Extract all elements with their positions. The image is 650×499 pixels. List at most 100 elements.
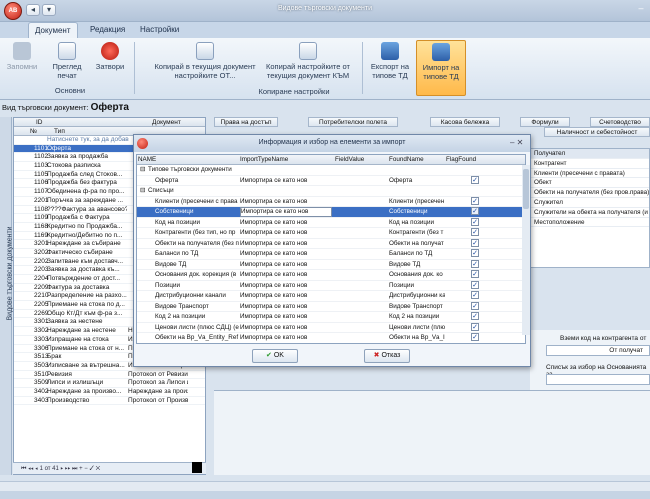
flag-found-checkbox[interactable]: ✓ (471, 280, 479, 289)
flag-found-checkbox[interactable]: ✓ (471, 228, 479, 236)
nav-first-icon[interactable]: ⏮ ◂◂ ◂ (21, 466, 38, 472)
flag-found-checkbox[interactable]: ✓ (471, 291, 479, 299)
tab-access-rights[interactable]: Права на достъп (214, 117, 278, 127)
doc-type-row[interactable]: 3402 Нареждане за произво... Нареждане за … (14, 388, 205, 397)
item-import-type[interactable]: Импортира се като нов (240, 312, 332, 323)
app-menu-button[interactable]: AB (4, 2, 22, 20)
quick-access-dropdown-icon[interactable]: ▾ (42, 4, 56, 16)
tab-cash-receipt[interactable]: Касова бележка (430, 117, 500, 127)
copy-settings-from-button[interactable]: Копирай в текущия документ настройките О… (150, 40, 260, 90)
item-import-type[interactable]: Импортира се като нов (240, 291, 332, 302)
receiver-option[interactable]: Клиенти (пресечени с правата) (531, 169, 649, 179)
receiver-option[interactable]: Местоположение (531, 218, 649, 228)
tab-edit[interactable]: Редакция (84, 22, 131, 38)
import-group-row[interactable]: ⊟ Типове търговски документи (137, 165, 525, 176)
item-import-type[interactable]: Импортира се като нов (240, 239, 332, 250)
collapse-icon[interactable]: ⊟ (140, 165, 145, 176)
dialog-scroll-thumb[interactable] (523, 169, 529, 209)
item-import-type[interactable]: Импортира се като нов (240, 176, 332, 187)
item-import-type[interactable]: Импортира се като нов (240, 228, 332, 239)
nav-next-icon[interactable]: ▸ ▸▸ ⏭ + − ✓ ✕ (61, 466, 101, 472)
copy-settings-to-button[interactable]: Копирай настройките от текущия документ … (256, 40, 360, 90)
flag-found-checkbox[interactable]: ✓ (471, 175, 479, 184)
item-import-type[interactable]: Импортира се като нов (240, 323, 332, 334)
horizontal-scrollbar[interactable] (0, 481, 650, 491)
receiver-option[interactable]: Обекти на получателя (без пров.права) (531, 188, 649, 198)
flag-found-checkbox[interactable]: ✓ (471, 238, 479, 247)
flag-found-checkbox[interactable]: ✓ (471, 249, 479, 257)
tab-accounting[interactable]: Счетоводство (590, 117, 650, 127)
print-preview-button[interactable]: Преглед печат (46, 40, 88, 90)
import-item-row[interactable]: Собственици Импортира се като нов ▾ Собстве… (137, 207, 525, 218)
flag-found-checkbox[interactable]: ✓ (471, 333, 479, 341)
import-item-row[interactable]: Баланси по ТД Импортира се като нов Баланс… (137, 249, 525, 260)
doc-type-row[interactable]: 3510 Ревизия Протокол от Ревизия (14, 371, 205, 380)
doc-type-row[interactable]: 3509 Липси и излишъци Протокол за Липси и (14, 379, 205, 388)
column-id[interactable]: ID (36, 119, 43, 126)
doc-type-row[interactable]: 3403 Производство Протокол от Произво (14, 397, 205, 406)
flag-found-checkbox[interactable]: ✓ (471, 322, 479, 331)
receiver-option[interactable]: Служител (531, 198, 649, 208)
column-found-name[interactable]: FoundName (389, 156, 424, 163)
flag-found-checkbox[interactable]: ✓ (471, 312, 479, 320)
import-item-row[interactable]: Видове Транспорт Импортира се като нов Вид… (137, 301, 525, 313)
receiver-option[interactable]: Обект (531, 178, 649, 189)
receiver-option[interactable]: Контрагент (531, 159, 649, 169)
flag-found-checkbox[interactable]: ✓ (471, 259, 479, 268)
import-types-button[interactable]: Импорт на типове ТД (416, 40, 466, 96)
item-import-type[interactable]: Импортира се като нов (240, 197, 332, 208)
contractor-code-select[interactable]: От получат (546, 345, 650, 356)
cancel-button[interactable]: ✖ Отказ (364, 349, 410, 363)
flag-found-checkbox[interactable]: ✓ (471, 301, 479, 310)
import-item-row[interactable]: Основания док. корекция (в Импортира се к… (137, 270, 525, 281)
receiver-option[interactable]: Служители на обекта на получателя (и (531, 208, 649, 218)
flag-found-checkbox[interactable]: ✓ (471, 207, 479, 215)
column-document[interactable]: Документ (152, 119, 181, 126)
dialog-minimize-close-icon[interactable]: – ✕ (510, 138, 523, 147)
reasons-list-select[interactable] (546, 374, 650, 385)
export-types-button[interactable]: Експорт на типове ТД (366, 40, 414, 90)
tab-availability-cost[interactable]: Наличност и себестойност (544, 127, 650, 137)
quick-access-save-icon[interactable]: ◂ (26, 4, 40, 16)
item-import-type[interactable]: Импортира се като нов (240, 207, 332, 217)
side-strip[interactable]: Видове търговски документи (0, 117, 14, 475)
close-button[interactable]: Затвори (92, 40, 128, 90)
item-import-type[interactable]: Импортира се като нов (240, 281, 332, 292)
item-import-type[interactable]: Импортира се като нов (240, 260, 332, 271)
import-item-row[interactable]: Видове ТД Импортира се като нов Видове ТД ✓ (137, 259, 525, 271)
import-item-row[interactable]: Дистрибуционни канали Импортира се като н… (137, 291, 525, 302)
import-item-row[interactable]: Обекти на получателя (без п Импортира се … (137, 238, 525, 250)
flag-found-checkbox[interactable]: ✓ (471, 196, 479, 205)
save-button[interactable]: Запомни (4, 40, 40, 90)
import-item-row[interactable]: Позиции Импортира се като нов Позиции ✓ (137, 280, 525, 292)
tab-user-fields[interactable]: Потребителски полета (308, 117, 398, 127)
import-item-row[interactable]: Код на позиции Импортира се като нов Код н… (137, 217, 525, 229)
import-item-row[interactable]: Контрагенти (без тип, но пр Импортира се … (137, 228, 525, 239)
collapse-icon[interactable]: ⊟ (140, 186, 145, 197)
ok-button[interactable]: ✔ OK (252, 349, 298, 363)
item-import-type[interactable]: Импортира се като нов (240, 218, 332, 229)
grid-navigator[interactable]: ⏮ ◂◂ ◂ 1 от 41 ▸ ▸▸ ⏭ + − ✓ ✕ (13, 462, 206, 474)
tab-settings[interactable]: Настройки (134, 22, 185, 38)
import-item-row[interactable]: Ценови листи (плюс СДЦ) (е Импортира се к… (137, 322, 525, 334)
item-import-type[interactable]: Импортира се като нов (240, 333, 332, 343)
flag-found-checkbox[interactable]: ✓ (471, 217, 479, 226)
tab-formulas[interactable]: Формули (520, 117, 570, 127)
minimize-icon[interactable]: – (634, 3, 648, 15)
import-item-row[interactable]: Код 2 на позиции Импортира се като нов Код… (137, 312, 525, 323)
import-group-row[interactable]: ⊟ Списъци (137, 186, 525, 197)
item-import-type[interactable]: Импортира се като нов (240, 249, 332, 260)
column-number[interactable]: № (30, 128, 37, 135)
import-item-row[interactable]: Клиенти (пресечени с права Импортира се к… (137, 196, 525, 208)
column-field-value[interactable]: FieldValue (335, 156, 364, 163)
import-item-row[interactable]: Обекти на Вр_Vа_Entity_Ref Импортира се к… (137, 333, 525, 343)
import-type-dropdown-icon[interactable]: ▾ (325, 207, 328, 218)
import-item-row[interactable]: Оферта Импортира се като нов Оферта ✓ (137, 175, 525, 187)
column-import-type[interactable]: ImportTypeName (240, 156, 288, 163)
column-type[interactable]: Тип (54, 128, 65, 135)
item-import-type[interactable]: Импортира се като нов (240, 302, 332, 313)
flag-found-checkbox[interactable]: ✓ (471, 270, 479, 278)
tab-document[interactable]: Документ (28, 22, 78, 38)
column-name[interactable]: NAME (138, 156, 156, 163)
item-import-type[interactable]: Импортира се като нов (240, 270, 332, 281)
